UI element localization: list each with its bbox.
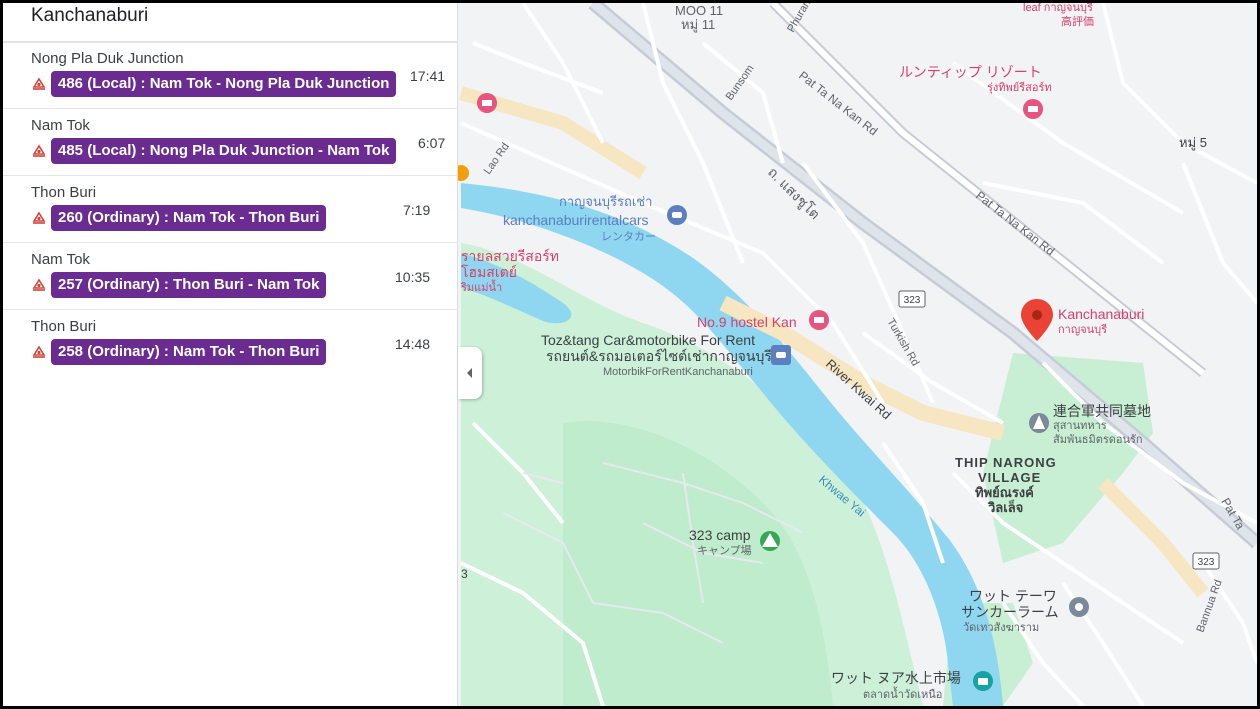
label-leaf: leaf กาญจนบุรี bbox=[1023, 3, 1093, 14]
label-market-jp: ワット ヌア水上市場 bbox=[831, 670, 961, 686]
departure-destination: Thon Buri bbox=[31, 184, 97, 201]
label-temple-jp2: サンカーラーム bbox=[961, 604, 1059, 620]
departure-destination: Nam Tok bbox=[31, 251, 90, 268]
route-shield-323: 323 bbox=[898, 290, 926, 308]
departure-row[interactable]: Nam Tok 485 (Local) : Nong Pla Duk Junct… bbox=[3, 110, 458, 176]
label-temple-th: วัดเทวสังฆาราม bbox=[963, 622, 1039, 634]
departure-destination: Nong Pla Duk Junction bbox=[31, 50, 184, 67]
departure-time: 10:35 bbox=[395, 269, 431, 285]
attraction-marker-icon[interactable] bbox=[973, 671, 993, 691]
svg-text:323: 323 bbox=[904, 295, 921, 306]
route-chip[interactable]: 257 (Ordinary) : Thon Buri - Nam Tok bbox=[51, 272, 327, 298]
cemetery-marker-icon[interactable] bbox=[1029, 413, 1049, 433]
label-thip-village: VILLAGE bbox=[978, 470, 1041, 485]
label-resort2-b: โฮมสเตย์ bbox=[461, 264, 517, 280]
hotel-marker-icon[interactable] bbox=[809, 310, 829, 330]
departure-time: 14:48 bbox=[395, 336, 431, 352]
train-icon bbox=[32, 278, 46, 291]
route-chip[interactable]: 260 (Ordinary) : Nam Tok - Thon Buri bbox=[51, 205, 327, 231]
campground-marker-icon[interactable] bbox=[760, 531, 780, 551]
label-thip-narong: THIP NARONG bbox=[955, 455, 1057, 470]
label-resort2-c: ริมแม่น้ำ bbox=[460, 279, 502, 294]
label-temple-jp1: ワット テーワ bbox=[969, 588, 1057, 604]
departure-time: 7:19 bbox=[403, 202, 431, 218]
label-rental-jp: レンタカー bbox=[601, 230, 656, 243]
screen: MOO 11 หมู่ 11 leaf กาญจนบุรี 高評価 Phuran… bbox=[0, 0, 1260, 709]
hotel-marker-icon[interactable] bbox=[1023, 99, 1043, 119]
label-cemetery-th1: สุสานทหาร bbox=[1053, 420, 1107, 432]
hotel-marker-icon[interactable] bbox=[477, 93, 497, 113]
label-kanchanaburi-th: กาญจนบุรี bbox=[1058, 323, 1107, 336]
car-rental-marker-icon[interactable] bbox=[771, 345, 791, 365]
svg-text:323: 323 bbox=[1198, 557, 1215, 568]
label-resort2-a: รายลสวยรีสอร์ท bbox=[461, 248, 559, 264]
temple-marker-icon[interactable] bbox=[1069, 597, 1089, 617]
label-toz-sub: MotorbikForRentKanchanaburi bbox=[603, 366, 753, 378]
label-leaf-jp: 高評価 bbox=[1061, 14, 1094, 28]
label-three: 3 bbox=[461, 567, 468, 581]
label-resort-th: รุ่งทิพย์รีสอร์ท bbox=[987, 81, 1052, 94]
label-camp-jp: キャンプ場 bbox=[697, 544, 752, 557]
route-chip[interactable]: 485 (Local) : Nong Pla Duk Junction - Na… bbox=[51, 138, 397, 164]
departure-row[interactable]: Nong Pla Duk Junction 486 (Local) : Nam … bbox=[3, 43, 458, 109]
chevron-left-icon bbox=[467, 368, 472, 378]
departure-row[interactable]: Thon Buri 260 (Ordinary) : Nam Tok - Tho… bbox=[3, 177, 458, 243]
departure-destination: Thon Buri bbox=[31, 318, 97, 335]
departures-panel: Kanchanaburi Nong Pla Duk Junction 486 (… bbox=[3, 3, 458, 706]
label-cemetery-th2: สัมพันธมิตรดอนรัก bbox=[1053, 434, 1143, 446]
label-cemetery-jp: 連合軍共同墓地 bbox=[1053, 403, 1151, 419]
train-icon bbox=[32, 77, 46, 90]
departure-row[interactable]: Nam Tok 257 (Ordinary) : Thon Buri - Nam… bbox=[3, 244, 458, 310]
label-moo5: หมู่ 5 bbox=[1179, 135, 1207, 151]
label-323-camp: 323 camp bbox=[689, 527, 751, 543]
label-moo11-th: หมู่ 11 bbox=[681, 17, 715, 33]
train-icon bbox=[32, 345, 46, 358]
departure-time: 6:07 bbox=[418, 135, 446, 151]
route-chip[interactable]: 258 (Ordinary) : Nam Tok - Thon Buri bbox=[51, 339, 327, 365]
label-toz-th: รถยนต์&รถมอเตอร์ไซต์เช่ากาญจนบุรี bbox=[546, 348, 772, 365]
label-moo11: MOO 11 bbox=[675, 3, 723, 18]
label-rental-th: กาญจนบุรีรถเช่า bbox=[559, 194, 652, 210]
departure-row[interactable]: Thon Buri 258 (Ordinary) : Nam Tok - Tho… bbox=[3, 311, 458, 377]
collapse-panel-button[interactable] bbox=[458, 347, 482, 399]
label-thip-th2: วิลเล็จ bbox=[987, 498, 1023, 515]
label-no9-hostel: No.9 hostel Kan bbox=[697, 314, 797, 330]
label-resort-jp: ルンティップ リゾート bbox=[899, 64, 1042, 80]
train-icon bbox=[32, 211, 46, 224]
departure-destination: Nam Tok bbox=[31, 117, 90, 134]
departure-time: 17:41 bbox=[410, 68, 446, 84]
train-icon bbox=[32, 144, 46, 157]
label-rental-en: kanchanaburirentalcars bbox=[503, 212, 649, 228]
label-thip-th1: ทิพย์ณรงค์ bbox=[975, 485, 1034, 500]
route-shield-323-b: 323 bbox=[1192, 552, 1220, 570]
label-market-th: ตลาดน้ำวัดเหนือ bbox=[863, 686, 942, 701]
label-toz-en: Toz&tang Car&motorbike For Rent bbox=[541, 332, 755, 348]
car-rental-marker-icon[interactable] bbox=[667, 205, 687, 225]
label-kanchanaburi: Kanchanaburi bbox=[1058, 306, 1144, 322]
route-chip[interactable]: 486 (Local) : Nam Tok - Nong Pla Duk Jun… bbox=[51, 71, 397, 97]
station-title: Kanchanaburi bbox=[31, 5, 149, 26]
